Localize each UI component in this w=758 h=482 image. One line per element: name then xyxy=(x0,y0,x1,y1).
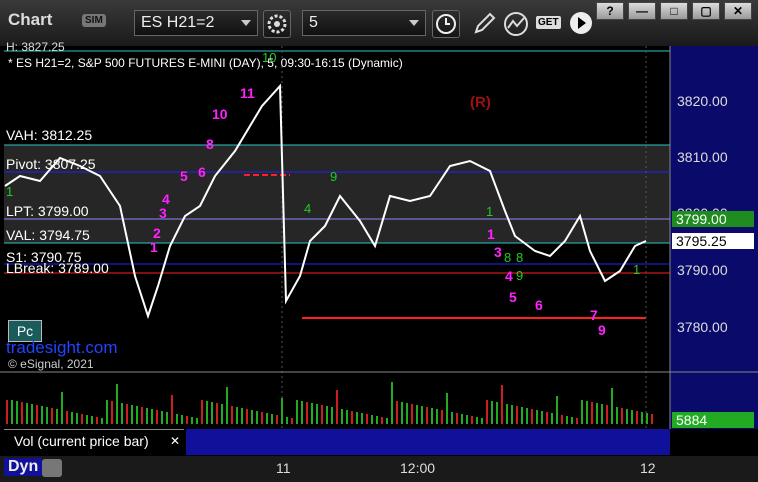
svg-text:5: 5 xyxy=(180,168,188,184)
volume-study-text: Vol (current price bar) xyxy=(14,433,149,449)
volume-study-label[interactable]: Vol (current price bar) ✕ xyxy=(4,429,184,455)
svg-text:4: 4 xyxy=(505,268,513,284)
svg-text:8: 8 xyxy=(504,250,511,265)
svg-text:6: 6 xyxy=(198,164,206,180)
svg-text:8: 8 xyxy=(206,136,214,152)
help-button[interactable]: ? xyxy=(596,2,624,20)
lbreak-label: LBreak: 3789.00 xyxy=(6,260,109,276)
svg-text:1: 1 xyxy=(150,239,158,255)
svg-text:1: 1 xyxy=(487,226,495,242)
val-label: VAL: 3794.75 xyxy=(6,227,90,243)
get-button[interactable]: GET xyxy=(536,12,564,36)
chart-subtitle: * ES H21=2, S&P 500 FUTURES E-MINI (DAY)… xyxy=(8,56,403,70)
price-tick: 3790.00 xyxy=(677,262,728,278)
vah-label: VAH: 3812.25 xyxy=(6,127,93,143)
time-tick: 11 xyxy=(276,460,291,476)
price-chart[interactable]: 3820.00 3810.00 3800.00 3790.00 3780.00 … xyxy=(0,46,758,456)
maximize-button[interactable]: ▢ xyxy=(692,2,720,20)
svg-text:9: 9 xyxy=(516,268,523,283)
svg-text:8: 8 xyxy=(516,250,523,265)
chevron-down-icon xyxy=(241,20,251,26)
svg-text:4: 4 xyxy=(304,201,311,216)
svg-text:5: 5 xyxy=(509,289,517,305)
symbol-select[interactable]: ES H21=2 xyxy=(134,10,258,36)
svg-text:3: 3 xyxy=(494,244,502,260)
svg-text:4: 4 xyxy=(162,191,170,207)
draw-button[interactable] xyxy=(470,10,498,38)
window-title: Chart xyxy=(8,10,53,29)
svg-text:9: 9 xyxy=(598,322,606,338)
restore-button[interactable]: □ xyxy=(660,2,688,20)
svg-text:10: 10 xyxy=(212,106,228,122)
bottom-bar: Dyn 11 12:00 12 xyxy=(0,456,758,482)
pivot-label: Pivot: 3807.25 xyxy=(6,156,96,172)
svg-text:9: 9 xyxy=(330,169,337,184)
study-button[interactable] xyxy=(502,10,530,38)
minimize-button[interactable]: — xyxy=(628,2,656,20)
interval-value: 5 xyxy=(309,14,318,31)
time-tick: 12 xyxy=(640,460,656,476)
lpt-price-tag: 3799.00 xyxy=(672,211,754,227)
chart-header: H: 3827.25 xyxy=(6,40,65,54)
play-button[interactable] xyxy=(568,10,594,36)
get-label: GET xyxy=(536,16,561,29)
copyright: © eSignal, 2021 xyxy=(8,357,94,371)
sim-badge: SIM xyxy=(82,14,106,27)
last-price-tag: 3795.25 xyxy=(672,233,754,249)
toolbar: Chart SIM ES H21=2 5 GET ? — □ ▢ ✕ xyxy=(0,0,758,47)
interval-select[interactable]: 5 xyxy=(302,10,426,36)
r-marker: (R) xyxy=(470,94,491,111)
gear-icon xyxy=(267,14,287,34)
clock-icon xyxy=(436,14,456,34)
svg-text:3: 3 xyxy=(159,205,167,221)
svg-text:2: 2 xyxy=(153,225,161,241)
svg-text:7: 7 xyxy=(590,307,598,323)
study-icon xyxy=(504,12,528,36)
time-tick: 12:00 xyxy=(400,460,436,476)
mode-label[interactable]: Dyn xyxy=(4,458,43,476)
price-tick: 3820.00 xyxy=(677,93,728,109)
svg-text:1: 1 xyxy=(633,262,640,277)
price-tick: 3810.00 xyxy=(677,149,728,165)
svg-text:1: 1 xyxy=(486,204,493,219)
volume-tag: 5884 xyxy=(672,412,754,428)
svg-text:1: 1 xyxy=(6,184,13,199)
chevron-down-icon xyxy=(409,20,419,26)
settings-button[interactable] xyxy=(263,10,291,38)
watermark: tradesight.com xyxy=(6,338,118,357)
play-icon xyxy=(570,12,592,34)
svg-text:11: 11 xyxy=(240,85,255,101)
svg-text:6: 6 xyxy=(535,297,543,313)
price-tick: 3780.00 xyxy=(677,319,728,335)
volume-pane-bar xyxy=(186,429,670,455)
lpt-label: LPT: 3799.00 xyxy=(6,203,89,219)
close-icon[interactable]: ✕ xyxy=(170,430,180,452)
lock-icon[interactable] xyxy=(42,459,62,477)
close-button[interactable]: ✕ xyxy=(724,2,752,20)
pencil-icon xyxy=(474,12,496,34)
symbol-value: ES H21=2 xyxy=(141,14,215,31)
clock-button[interactable] xyxy=(432,10,460,38)
